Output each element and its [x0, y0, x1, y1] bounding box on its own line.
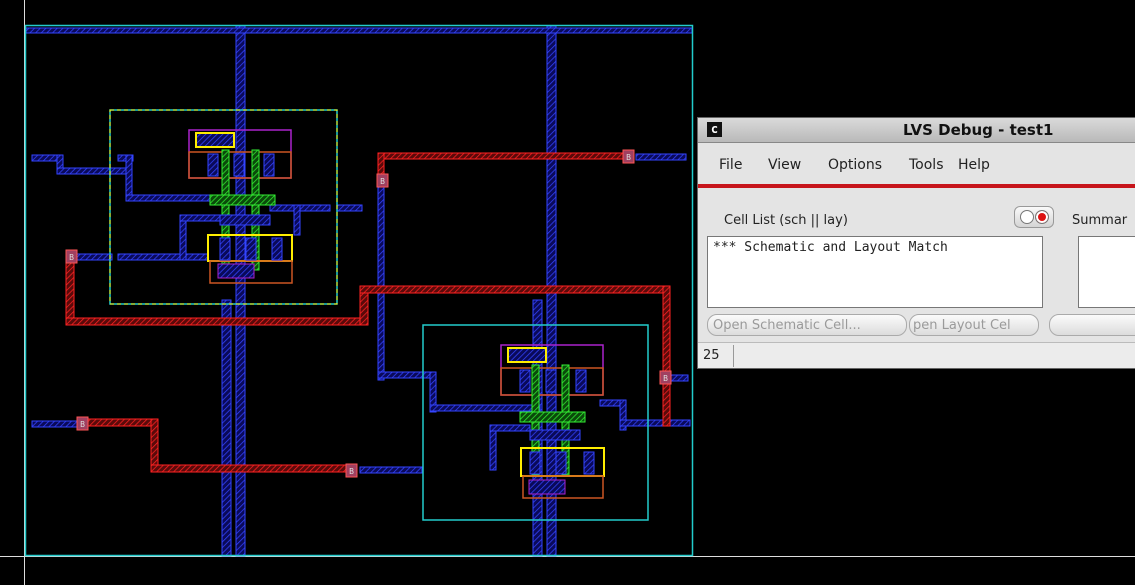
window-titlebar[interactable]: c LVS Debug - test1 — [698, 118, 1135, 143]
svg-text:B: B — [349, 467, 354, 476]
menu-view[interactable]: View — [768, 157, 801, 173]
svg-text:B: B — [69, 253, 74, 262]
window-title: LVS Debug - test1 — [903, 121, 1054, 139]
top-rail — [25, 27, 693, 34]
menu-file[interactable]: File — [719, 157, 742, 173]
summary-label: Summar — [1072, 213, 1128, 228]
radio-off-icon[interactable] — [1020, 210, 1034, 224]
lvs-debug-window[interactable]: c LVS Debug - test1 File View Options To… — [697, 117, 1135, 369]
cell-list-box[interactable]: *** Schematic and Layout Match — [707, 236, 1043, 308]
view-toggle[interactable] — [1014, 206, 1054, 228]
pin-marker: B — [659, 370, 672, 385]
open-schematic-button[interactable]: Open Schematic Cell... — [707, 314, 907, 336]
summary-button[interactable] — [1049, 314, 1135, 336]
menu-help[interactable]: Help — [958, 157, 990, 173]
menu-tools[interactable]: Tools — [909, 157, 944, 173]
pin-marker: B — [622, 149, 635, 164]
app-icon[interactable]: c — [707, 122, 722, 137]
svg-text:B: B — [626, 153, 631, 162]
status-bar: 25 — [698, 342, 1135, 368]
menu-options[interactable]: Options — [828, 157, 882, 173]
status-number: 25 — [703, 348, 720, 363]
summary-box[interactable] — [1078, 236, 1135, 308]
cell-list-label: Cell List (sch || lay) — [724, 213, 848, 228]
svg-text:B: B — [80, 420, 85, 429]
svg-text:B: B — [380, 177, 385, 186]
svg-text:B: B — [663, 374, 668, 383]
list-item[interactable]: *** Schematic and Layout Match — [713, 240, 948, 255]
radio-on-icon[interactable] — [1035, 210, 1049, 224]
transistor-cell-lower — [422, 324, 649, 521]
menu-bar: File View Options Tools Help — [698, 144, 1135, 188]
pin-marker: B — [76, 416, 89, 431]
status-divider — [733, 345, 734, 367]
pin-marker: B — [376, 173, 389, 188]
pin-marker: B — [65, 249, 78, 264]
open-layout-button[interactable]: pen Layout Cel — [909, 314, 1039, 336]
pin-marker: B — [345, 463, 358, 478]
